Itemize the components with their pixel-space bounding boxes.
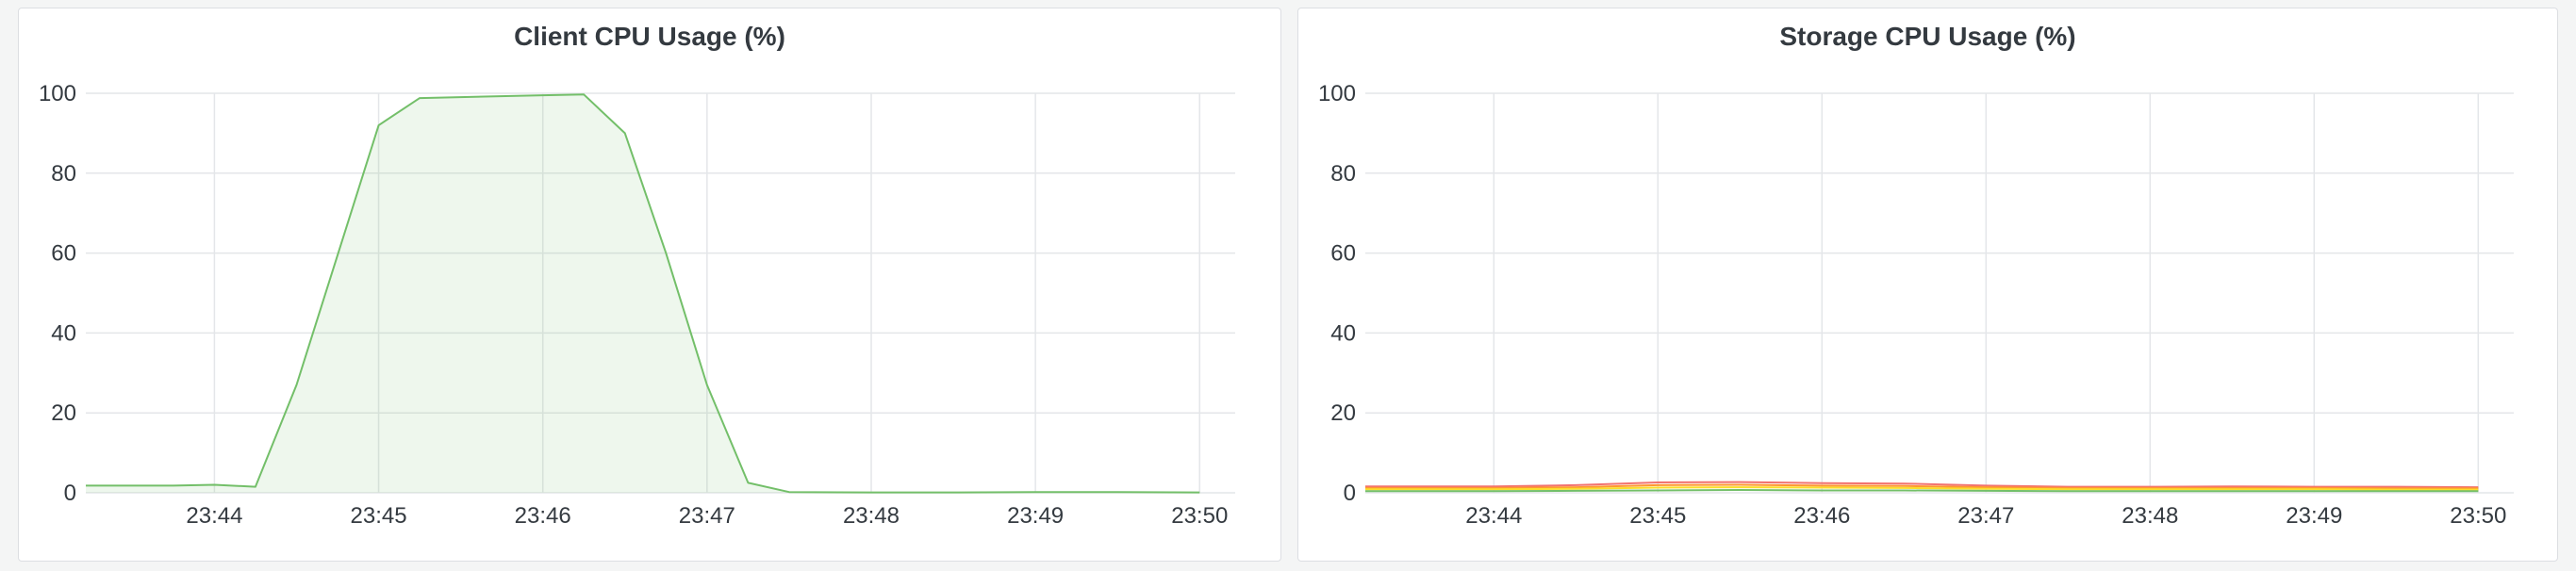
x-tick-label: 23:47 xyxy=(1957,503,2014,529)
y-tick-label: 80 xyxy=(1330,161,1356,187)
x-tick-label: 23:50 xyxy=(2450,503,2506,529)
x-tick-label: 23:46 xyxy=(1793,503,1850,529)
series-area-fill xyxy=(86,94,1200,494)
x-tick-label: 23:46 xyxy=(515,503,571,529)
client-cpu-chart: 0 20 40 60 80 100 23:44 23:45 23:46 23:47 23:48 23:… xyxy=(39,81,1235,529)
x-tick-label: 23:49 xyxy=(1007,503,1064,529)
y-tick-label: 100 xyxy=(1318,81,1356,106)
client-cpu-panel: Client CPU Usage (%) 0 20 40 60 80 100 23:44 23… xyxy=(18,8,1281,562)
x-tick-label: 23:50 xyxy=(1171,503,1228,529)
x-tick-label: 23:47 xyxy=(679,503,735,529)
y-tick-label: 100 xyxy=(39,81,76,106)
y-tick-label: 40 xyxy=(1330,320,1356,346)
y-tick-label: 20 xyxy=(51,400,76,426)
storage-cpu-panel: Storage CPU Usage (%) 0 20 40 60 80 100 23:44 2… xyxy=(1297,8,2558,562)
y-tick-label: 20 xyxy=(1330,400,1356,426)
y-tick-label: 0 xyxy=(1344,481,1356,506)
x-tick-label: 23:48 xyxy=(843,503,900,529)
x-tick-label: 23:44 xyxy=(186,503,242,529)
y-tick-label: 80 xyxy=(51,161,76,187)
x-tick-label: 23:49 xyxy=(2286,503,2342,529)
storage-cpu-chart: 0 20 40 60 80 100 23:44 23:45 23:46 23:47 23:48 23:… xyxy=(1318,81,2514,529)
y-tick-label: 0 xyxy=(64,481,76,506)
y-tick-label: 60 xyxy=(1330,241,1356,267)
y-tick-label: 40 xyxy=(51,320,76,346)
x-tick-label: 23:44 xyxy=(1465,503,1522,529)
x-tick-label: 23:48 xyxy=(2122,503,2178,529)
x-tick-label: 23:45 xyxy=(1629,503,1686,529)
y-tick-label: 60 xyxy=(51,241,76,267)
x-tick-label: 23:45 xyxy=(351,503,407,529)
